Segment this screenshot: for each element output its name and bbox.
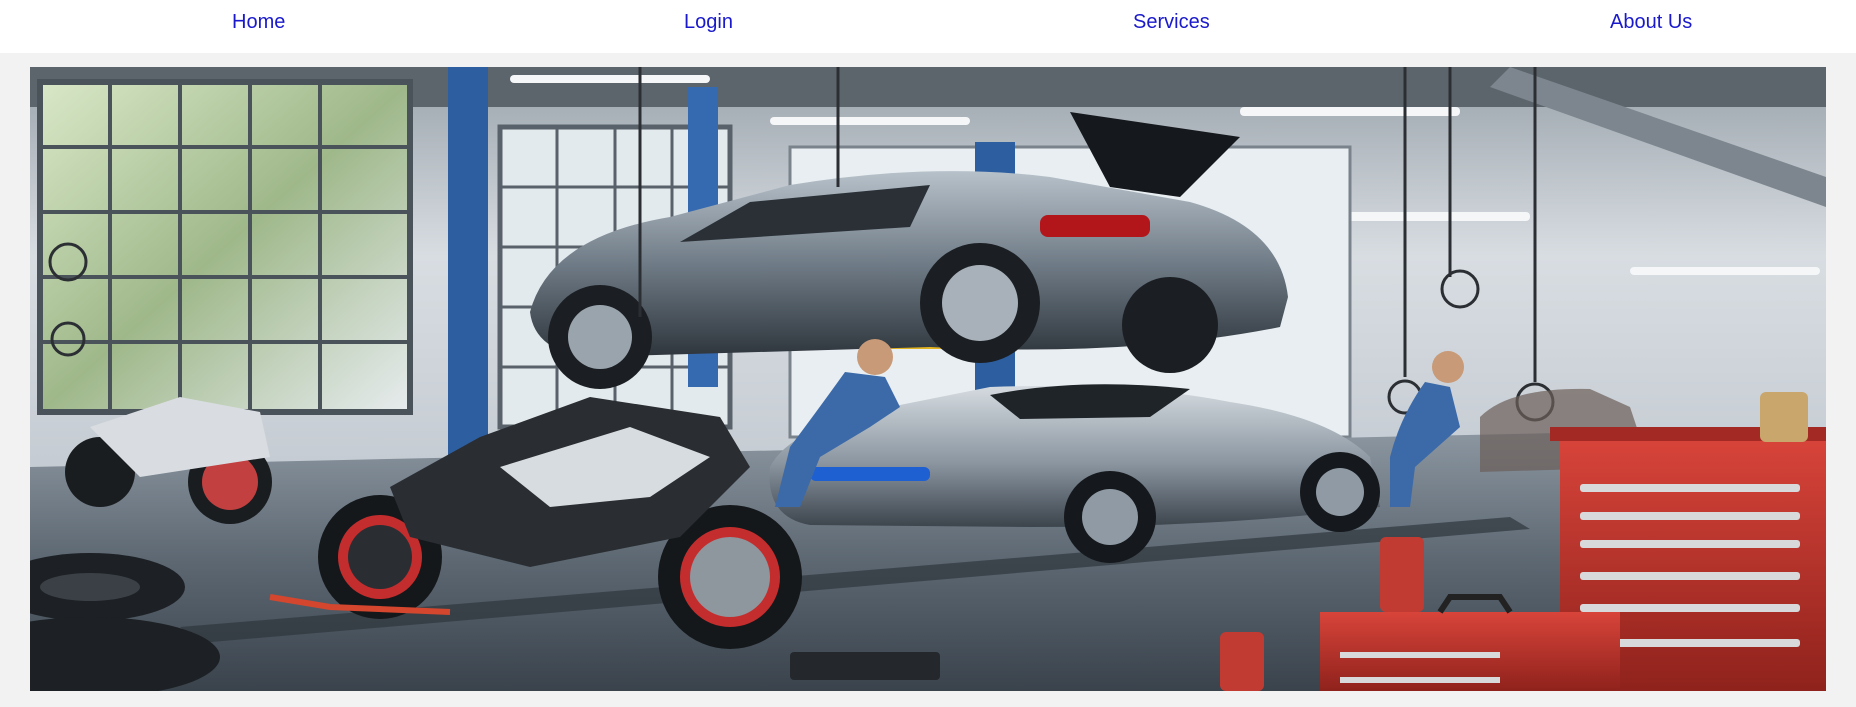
nav-link-login[interactable]: Login xyxy=(684,10,733,34)
nav-link-about-us[interactable]: About Us xyxy=(1610,10,1692,34)
red-canister xyxy=(1220,632,1264,691)
hero-garage-image xyxy=(30,67,1826,691)
ceiling-light xyxy=(1630,267,1820,275)
ceiling-light xyxy=(770,117,970,125)
tool-tray xyxy=(790,652,940,680)
ceiling-light xyxy=(510,75,710,83)
nav-link-home[interactable]: Home xyxy=(232,10,285,34)
nav-link-services[interactable]: Services xyxy=(1133,10,1210,34)
ceiling-light xyxy=(1240,107,1460,116)
lift-column xyxy=(448,67,488,467)
top-navigation-bar: Home Login Services About Us xyxy=(0,0,1856,53)
garage-window xyxy=(37,79,413,415)
red-canister xyxy=(1380,537,1424,612)
oil-can xyxy=(1760,392,1808,442)
garage-illustration xyxy=(30,67,1826,691)
